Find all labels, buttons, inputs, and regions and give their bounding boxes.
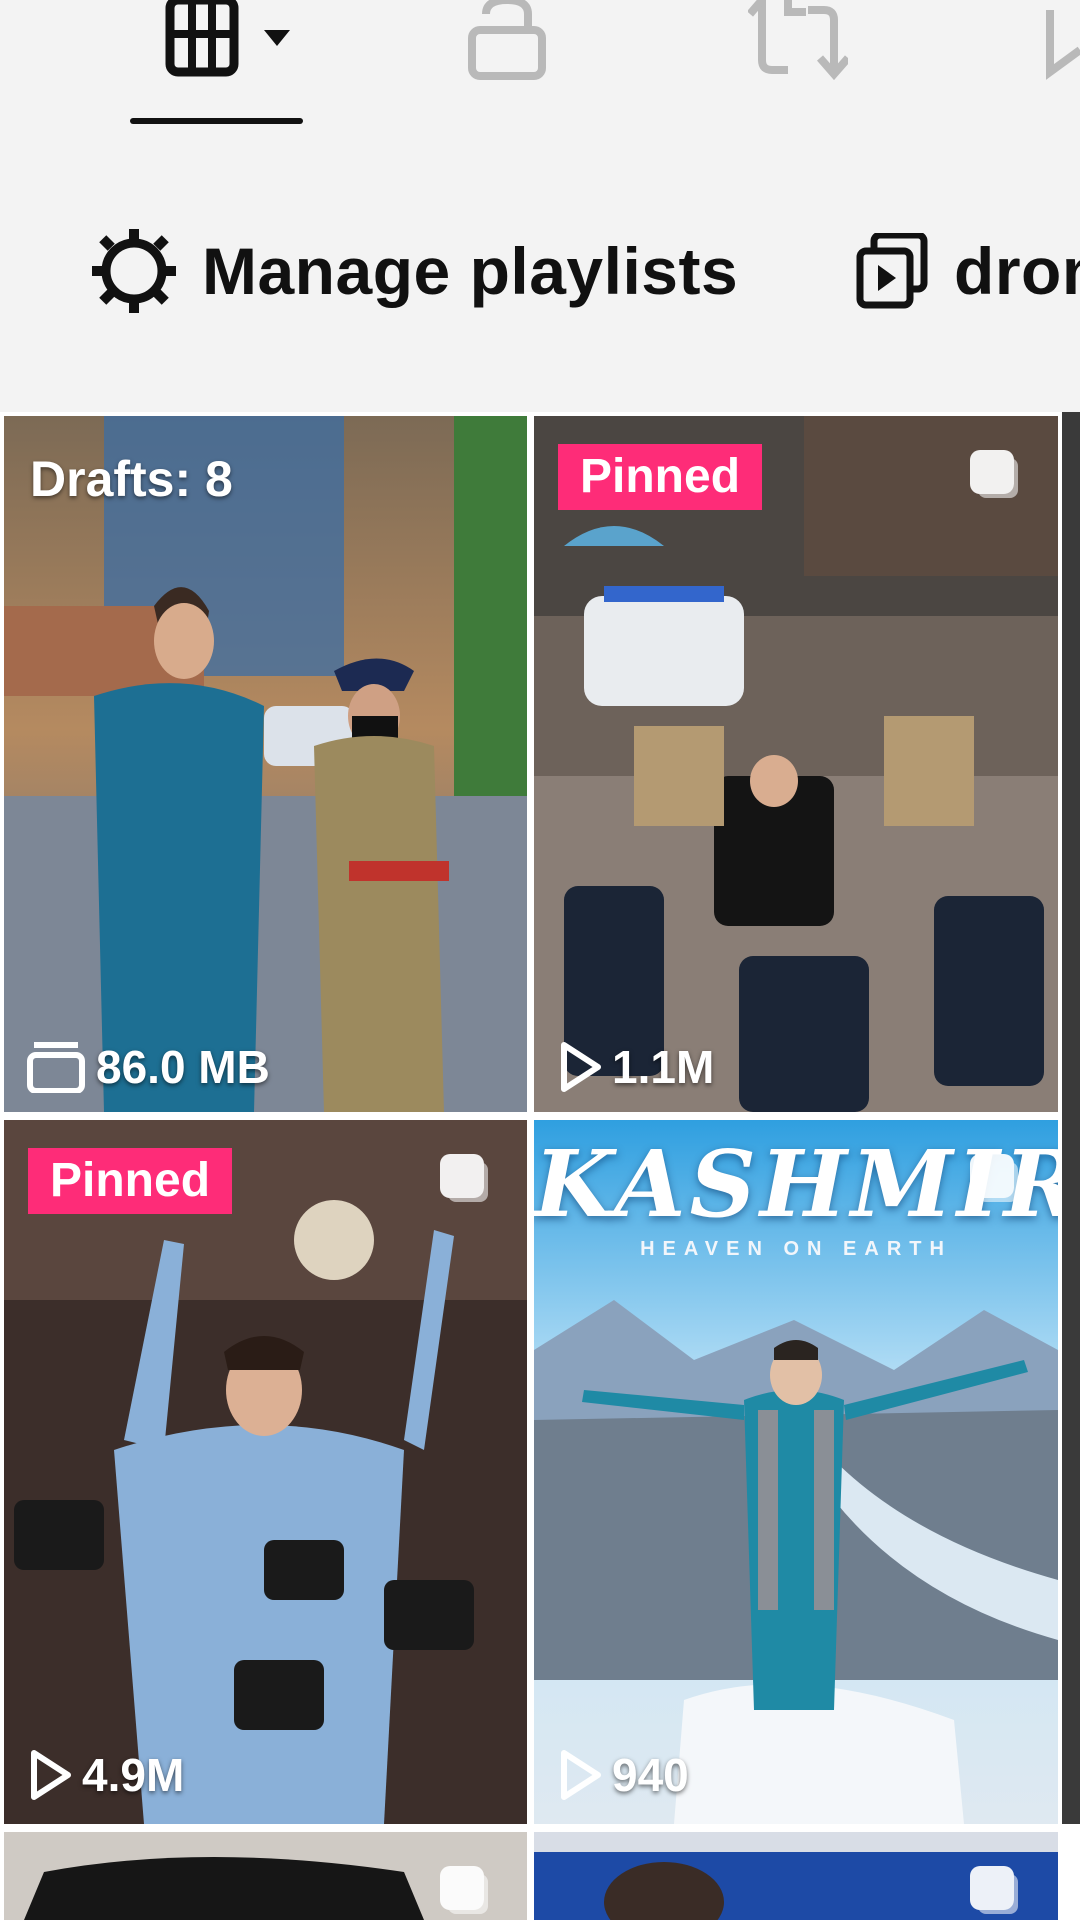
playlist-icon [856, 233, 928, 309]
video-grid: Drafts: 8 86.0 MB Pinned 1.1M Pinned 4.9… [0, 412, 1080, 1920]
tab-private[interactable] [462, 0, 552, 110]
video-thumbnail [4, 416, 527, 1112]
drafts-icon [27, 1042, 85, 1093]
select-checkbox[interactable] [440, 1154, 484, 1198]
pinned-badge: Pinned [28, 1148, 233, 1214]
grid-icon [165, 0, 290, 77]
drafts-tile[interactable]: Drafts: 8 86.0 MB [4, 416, 527, 1112]
active-tab-indicator [130, 118, 303, 124]
video-thumbnail [534, 416, 1058, 1112]
view-count-label: 4.9M [82, 1749, 185, 1801]
play-icon [561, 1042, 601, 1092]
select-checkbox[interactable] [970, 1154, 1014, 1198]
play-icon [561, 1750, 601, 1800]
drafts-size-label: 86.0 MB [96, 1041, 270, 1093]
repost-icon [746, 0, 852, 81]
tab-videos[interactable] [160, 0, 300, 110]
tab-favorites[interactable] [1040, 0, 1080, 110]
select-checkbox[interactable] [970, 1866, 1014, 1910]
view-count-label: 1.1M [612, 1041, 715, 1093]
video-tile[interactable] [534, 1832, 1058, 1920]
view-count-label: 940 [612, 1749, 689, 1801]
drafts-count: Drafts: 8 [30, 451, 233, 507]
manage-playlists-button[interactable]: Manage playlists [92, 228, 738, 314]
profile-tab-bar [0, 0, 1080, 130]
manage-playlists-label: Manage playlists [202, 234, 739, 308]
gear-icon [92, 229, 176, 313]
video-tile[interactable] [4, 1832, 527, 1920]
tab-reposts[interactable] [746, 0, 852, 110]
playlist-chip-dron[interactable]: dron [856, 228, 1080, 314]
view-count: 1.1M [558, 1040, 714, 1094]
view-count: 4.9M [28, 1748, 184, 1802]
pinned-badge: Pinned [558, 444, 763, 510]
view-count: 940 [558, 1748, 689, 1802]
video-tile[interactable]: KASHMIR HEAVEN ON EARTH 940 [534, 1120, 1058, 1824]
lock-icon [468, 0, 546, 80]
playlist-chip-label: dron [954, 234, 1080, 308]
select-checkbox[interactable] [440, 1866, 484, 1910]
drafts-size: 86.0 MB [26, 1040, 270, 1094]
bookmark-icon [1046, 10, 1080, 80]
select-checkbox[interactable] [970, 450, 1014, 494]
video-tile[interactable]: Pinned 1.1M [534, 416, 1058, 1112]
video-thumbnail [4, 1120, 527, 1824]
offscreen-tile [1062, 412, 1080, 1824]
play-icon [31, 1750, 71, 1800]
video-tile[interactable]: Pinned 4.9M [4, 1120, 527, 1824]
thumbnail-subtitle: HEAVEN ON EARTH [640, 1238, 952, 1260]
